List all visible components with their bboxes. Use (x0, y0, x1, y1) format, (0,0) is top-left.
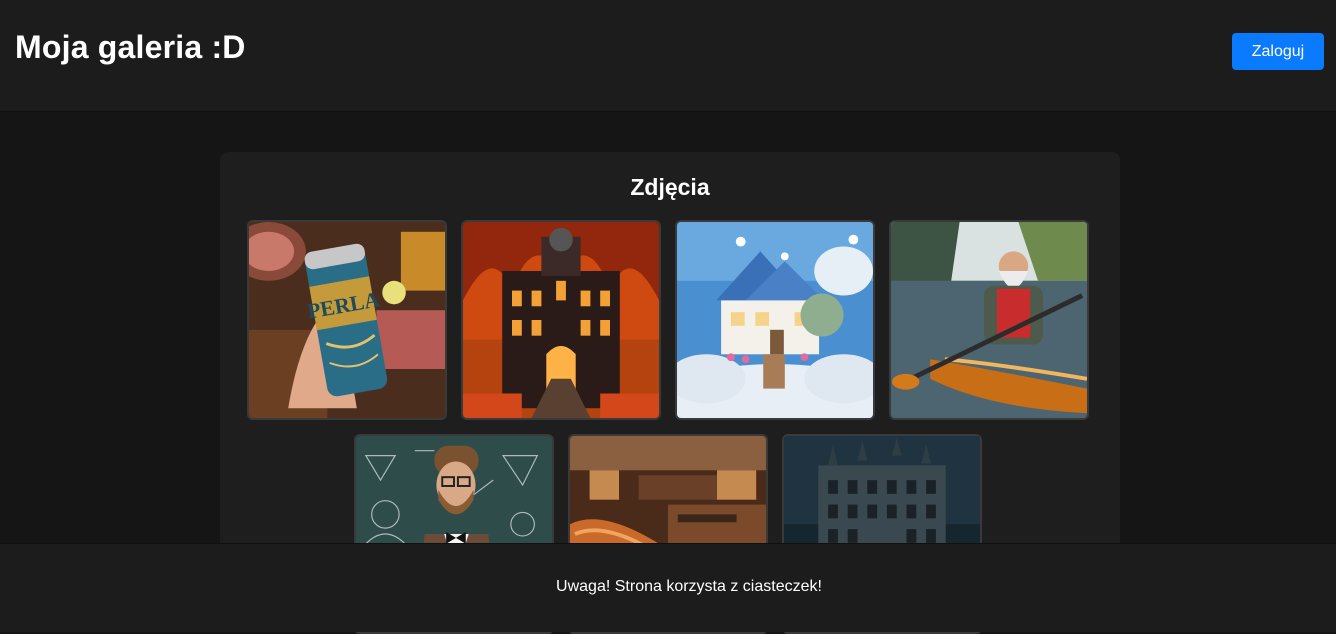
cookie-banner: Uwaga! Strona korzysta z ciasteczek! (0, 543, 1336, 632)
gallery-image-beer[interactable]: PERLA (247, 220, 447, 420)
login-button[interactable]: Zaloguj (1232, 33, 1324, 70)
gallery-image-fire-building[interactable] (461, 220, 661, 420)
cloud-house-image (677, 222, 873, 418)
site-title: Moja galeria :D (15, 29, 246, 65)
gallery-image-cloud-house[interactable] (675, 220, 875, 420)
gallery-image-kayak[interactable] (889, 220, 1089, 420)
gallery-title: Zdjęcia (630, 174, 710, 200)
gallery-card: Zdjęcia PERLA (220, 152, 1120, 634)
cookie-banner-text: Uwaga! Strona korzysta z ciasteczek! (556, 578, 822, 595)
beer-can-image: PERLA (249, 222, 445, 418)
header: Moja galeria :D Zaloguj (0, 0, 1336, 112)
kayak-man-image (891, 222, 1087, 418)
burning-building-image (463, 222, 659, 418)
